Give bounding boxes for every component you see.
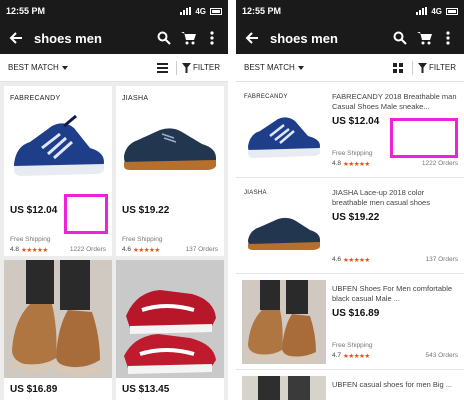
rating-value: 4.6 [122,246,132,253]
rating: 4.8 ★★★★★ [332,160,370,168]
rating-value: 4.6 [332,256,342,263]
chevron-down-icon [61,65,68,70]
brand-logo: JIASHA [122,95,149,102]
product-title: UBFEN casual shoes for men Big ... [332,380,453,389]
product-title: UBFEN Shoes For Men comfortable black ca… [332,284,453,303]
more-vert-icon[interactable] [436,26,460,50]
signal-icon [416,7,428,15]
filter-icon [182,62,192,73]
filter-label: FILTER [429,63,456,72]
product-price: US $12.04 [10,205,58,216]
orders-count: 1222 Orders [421,160,458,167]
highlight-box [64,194,108,234]
list-item[interactable]: JIASHA JIASHA Lace-up 2018 color breatha… [236,178,464,274]
network-label: 4G [195,6,206,16]
product-price: US $12.04 [332,116,380,127]
product-price: US $16.89 [332,308,380,319]
sort-label: BEST MATCH [8,63,59,72]
product-card[interactable]: US $16.89 [4,260,112,400]
rating: 4.6 ★★★★★ [332,256,370,264]
orders-count: 137 Orders [425,256,458,263]
product-image [242,88,326,172]
sort-filter-bar: BEST MATCH FILTER [0,54,228,82]
search-query[interactable]: shoes men [28,31,152,46]
rating-value: 4.7 [332,352,342,359]
shipping-label: Free Shipping [122,236,163,243]
brand-logo: FABRECANDY [244,94,288,100]
phone-screen-list-view: 12:55 PM 4G shoes men BEST MATCH FILTER … [236,0,464,400]
shipping-label: Free Shipping [332,342,373,349]
rating-stars: ★★★★★ [343,257,370,264]
brand-logo: FABRECANDY [10,95,61,102]
search-query[interactable]: shoes men [264,31,388,46]
rating: 4.8 ★★★★★ [10,246,48,254]
signal-icon [180,7,192,15]
list-view-icon[interactable] [154,60,170,76]
status-time: 12:55 PM [6,6,46,16]
filter-button[interactable]: FILTER [182,62,220,73]
product-image [242,184,326,268]
cart-icon[interactable] [412,26,436,50]
rating-stars: ★★★★★ [21,247,48,254]
product-image [4,86,112,194]
battery-icon [210,7,222,15]
sort-dropdown[interactable]: BEST MATCH [8,63,154,72]
rating-stars: ★★★★★ [133,247,160,254]
status-bar: 12:55 PM 4G [236,0,464,22]
product-image [116,260,224,378]
product-price: US $13.45 [122,384,170,395]
status-icons: 4G [180,7,222,16]
rating: 4.6 ★★★★★ [122,246,160,254]
rating-stars: ★★★★★ [343,161,370,168]
search-icon[interactable] [152,26,176,50]
divider [176,60,178,75]
status-time: 12:55 PM [242,6,282,16]
sort-filter-bar: BEST MATCH FILTER [236,54,464,82]
filter-icon [418,62,428,73]
shipping-label: Free Shipping [10,236,51,243]
brand-logo: JIASHA [244,190,267,196]
product-price: US $19.22 [332,212,380,223]
back-arrow-icon[interactable] [4,26,28,50]
sort-label: BEST MATCH [244,63,295,72]
product-image [4,260,112,378]
rating-stars: ★★★★★ [343,353,370,360]
back-arrow-icon[interactable] [240,26,264,50]
rating-value: 4.8 [10,246,20,253]
list-item[interactable]: UBFEN Shoes For Men comfortable black ca… [236,274,464,370]
product-card[interactable]: JIASHA US $19.22 Free Shipping 4.6 ★★★★★… [116,86,224,256]
phone-screen-grid-view: 12:55 PM 4G shoes men BEST MATCH FILTER … [0,0,228,400]
status-bar: 12:55 PM 4G [0,0,228,22]
search-icon[interactable] [388,26,412,50]
chevron-down-icon [297,65,304,70]
highlight-box [390,118,458,158]
app-bar: shoes men [0,22,228,54]
product-card[interactable]: US $13.45 [116,260,224,400]
product-image [242,376,326,400]
product-title: FABRECANDY 2018 Breathable man Casual Sh… [332,92,457,111]
orders-count: 543 Orders [425,352,458,359]
grid-view-icon[interactable] [390,60,406,76]
rating-value: 4.8 [332,160,342,167]
list-item[interactable]: UBFEN casual shoes for men Big ... [236,370,464,400]
app-bar: shoes men [236,22,464,54]
cart-icon[interactable] [176,26,200,50]
rating: 4.7 ★★★★★ [332,352,370,360]
product-image [116,86,224,194]
product-image [242,280,326,364]
more-vert-icon[interactable] [200,26,224,50]
network-label: 4G [431,6,442,16]
sort-dropdown[interactable]: BEST MATCH [244,63,390,72]
divider [412,60,414,75]
product-price: US $19.22 [122,205,170,216]
product-title: JIASHA Lace-up 2018 color breathable men… [332,188,430,207]
filter-button[interactable]: FILTER [418,62,456,73]
filter-label: FILTER [193,63,220,72]
battery-icon [446,7,458,15]
status-icons: 4G [416,7,458,16]
orders-count: 1222 Orders [69,246,106,253]
product-price: US $16.89 [10,384,58,395]
orders-count: 137 Orders [185,246,218,253]
shipping-label: Free Shipping [332,150,373,157]
